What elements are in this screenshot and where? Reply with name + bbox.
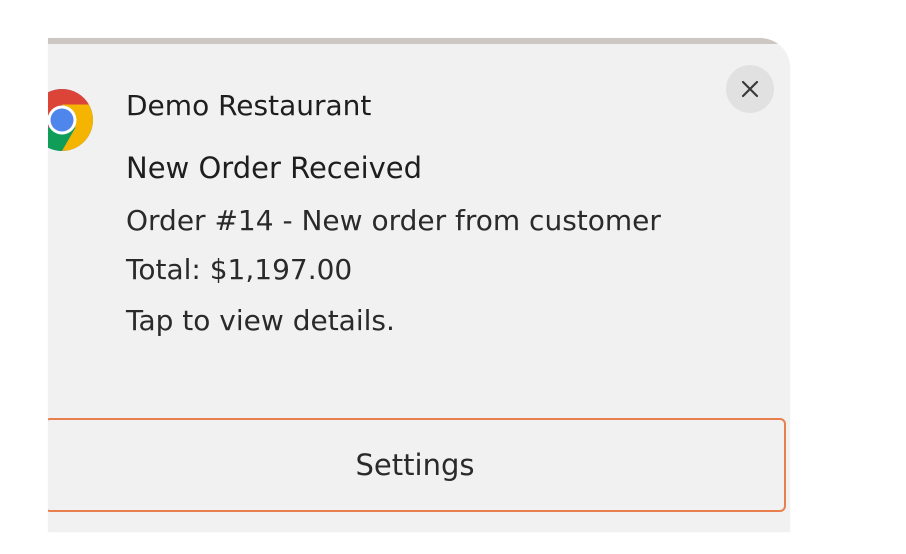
order-total: Total: $1,197.00 [126,253,353,286]
chrome-icon [48,88,94,152]
notification-card[interactable]: Demo Restaurant New Order Received Order… [48,38,790,532]
close-icon [741,80,759,98]
tap-hint: Tap to view details. [126,304,395,337]
order-description: Order #14 - New order from customer [126,204,661,237]
settings-button[interactable]: Settings [48,418,786,512]
screen: Demo Restaurant New Order Received Order… [0,0,906,554]
close-button[interactable] [726,65,774,113]
app-name: Demo Restaurant [126,89,372,122]
settings-button-label: Settings [355,448,475,482]
notification-top-strip [48,38,790,44]
notification-title: New Order Received [126,151,423,185]
